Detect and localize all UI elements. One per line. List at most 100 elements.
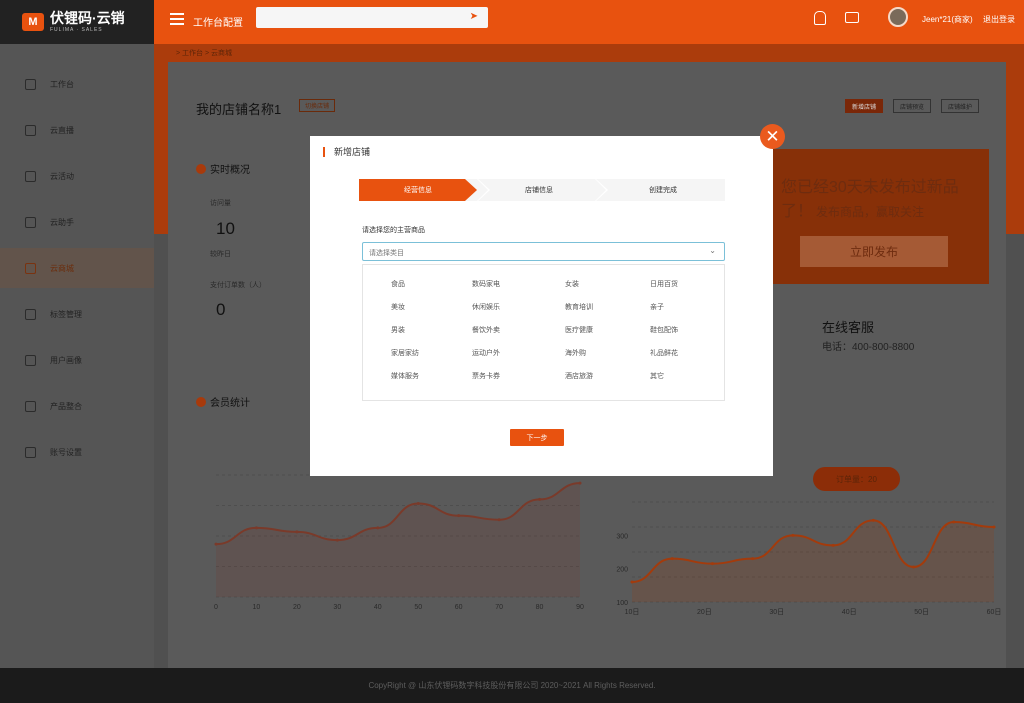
bell-icon[interactable]: [814, 11, 826, 25]
x-tick-label: 40: [374, 604, 382, 611]
data-point: [912, 565, 916, 569]
category-select[interactable]: 请选择类目 ⌄: [362, 242, 725, 261]
category-option[interactable]: 运动户外: [472, 348, 500, 358]
sidebar-item-label: 云活动: [50, 171, 74, 181]
message-icon[interactable]: [845, 12, 859, 23]
step-store-info: 店铺信息: [525, 187, 553, 194]
category-option[interactable]: 食品: [391, 279, 405, 289]
avatar[interactable]: [888, 7, 908, 27]
data-point: [578, 481, 582, 485]
data-point: [630, 580, 634, 584]
x-tick-label: 60日: [987, 608, 1002, 616]
sidebar-item-products[interactable]: 产品整合: [0, 386, 154, 426]
category-option[interactable]: 日用百货: [650, 279, 678, 289]
order-line-chart: 10日 20日 30日 40日 50日 60日 100 200 300: [616, 501, 1002, 616]
folder-icon: [25, 308, 36, 320]
category-option[interactable]: 数码家电: [472, 279, 500, 289]
sidebar-item-live[interactable]: 云直播: [0, 110, 154, 150]
category-option[interactable]: 礼品鲜花: [650, 348, 678, 358]
category-option[interactable]: 其它: [650, 371, 664, 381]
sidebar-item-mall[interactable]: 云商城: [0, 248, 154, 288]
sidebar-item-assistant[interactable]: 云助手: [0, 202, 154, 242]
store-name: 我的店铺名称1: [196, 102, 282, 117]
breadcrumb: > 工作台 > 云商城: [176, 50, 233, 57]
top-bar: M 伏锂码·云销 FULIMA · SALES 工作台配置 ➤ Jeen*21(…: [0, 0, 1024, 44]
category-option[interactable]: 媒体服务: [391, 371, 419, 381]
x-tick-label: 90: [576, 604, 584, 611]
data-point: [497, 518, 501, 522]
modal-title: 新增店铺: [323, 147, 370, 157]
search-send-icon[interactable]: ➤: [470, 11, 478, 22]
promo-banner: 您已经30天未发布过新品了！ 发布商品，赢取关注 立即发布: [771, 149, 989, 284]
x-tick-label: 70: [495, 604, 503, 611]
overview-title: 实时概况: [196, 161, 250, 176]
sidebar: 工作台 云直播 云活动 云助手 云商城 标签管理 用户画像 产品整合 账号设置: [0, 44, 154, 668]
visit-label: 访问量: [210, 200, 231, 207]
visit-value: 10: [216, 219, 235, 238]
x-tick-label: 30: [333, 604, 341, 611]
x-tick-label: 20日: [697, 608, 712, 616]
live-icon: [25, 124, 36, 136]
data-point: [295, 530, 299, 534]
logout-link[interactable]: 退出登录: [983, 14, 1015, 25]
overview-dot-icon: [196, 163, 206, 174]
category-option[interactable]: 海外购: [565, 348, 586, 358]
switch-store-dropdown[interactable]: 切换店铺: [299, 99, 336, 112]
x-tick-label: 40日: [842, 608, 857, 616]
user-icon: [25, 354, 36, 366]
category-option[interactable]: 酒店旅游: [565, 371, 593, 381]
series-area: [216, 483, 580, 597]
manage-store-button[interactable]: 店铺维护: [941, 99, 980, 113]
promo-subtitle: 发布商品，赢取关注: [816, 205, 925, 219]
mall-icon: [25, 262, 36, 274]
add-store-modal: 新增店铺 经营信息 店铺信息 创建完成 请选择您的主营商品 请选择类目 ⌄ 食品…: [310, 136, 773, 476]
category-option[interactable]: 男装: [391, 325, 405, 335]
service-phone: 电话：400-800-8800: [822, 342, 915, 353]
category-option[interactable]: 家居家纺: [391, 348, 419, 358]
category-label: 请选择您的主营商品: [362, 227, 425, 234]
brand-logo[interactable]: M 伏锂码·云销 FULIMA · SALES: [0, 0, 154, 44]
category-option[interactable]: 餐饮外卖: [472, 325, 500, 335]
member-dot-icon: [196, 396, 206, 407]
category-option[interactable]: 鞋包配饰: [650, 325, 678, 335]
sidebar-item-tags[interactable]: 标签管理: [0, 294, 154, 334]
member-line-chart: 0 10 20 30 40 50 60 70 80 90: [214, 474, 584, 611]
sidebar-item-activity[interactable]: 云活动: [0, 156, 154, 196]
data-point: [214, 542, 218, 546]
data-point: [791, 533, 795, 537]
category-option[interactable]: 教育培训: [565, 302, 593, 312]
category-option[interactable]: 医疗健康: [565, 325, 593, 335]
sidebar-item-settings[interactable]: 账号设置: [0, 432, 154, 472]
search-input[interactable]: ➤: [256, 7, 488, 28]
category-option[interactable]: 美妆: [391, 302, 405, 312]
assistant-icon: [25, 216, 36, 228]
footer: CopyRight @ 山东伏锂码数字科技股份有限公司 2020~2021 Al…: [0, 668, 1024, 703]
data-point: [538, 497, 542, 501]
add-store-button[interactable]: 新增店铺: [845, 99, 884, 113]
product-icon: [25, 400, 36, 412]
category-option[interactable]: 票务卡券: [472, 371, 500, 381]
next-step-button[interactable]: 下一步: [510, 429, 564, 446]
menu-toggle-icon[interactable]: [170, 13, 184, 25]
sidebar-item-label: 云商城: [50, 263, 74, 273]
data-point: [751, 557, 755, 561]
data-point: [457, 514, 461, 518]
data-point: [871, 518, 875, 522]
category-option[interactable]: 亲子: [650, 302, 664, 312]
sidebar-item-users[interactable]: 用户画像: [0, 340, 154, 380]
publish-now-button[interactable]: 立即发布: [800, 236, 948, 267]
category-option[interactable]: 休闲娱乐: [472, 302, 500, 312]
data-point: [376, 526, 380, 530]
category-option[interactable]: 女装: [565, 279, 579, 289]
preview-store-button[interactable]: 店铺预览: [893, 99, 932, 113]
close-icon[interactable]: ✕: [760, 124, 785, 149]
sidebar-item-label: 账号设置: [50, 447, 82, 457]
step-business-info: 经营信息: [359, 179, 477, 201]
step-complete: 创建完成: [649, 187, 677, 194]
x-tick-label: 30日: [769, 608, 784, 616]
sidebar-item-label: 用户画像: [50, 355, 82, 365]
sidebar-item-workbench[interactable]: 工作台: [0, 64, 154, 104]
vs-yesterday-label: 较昨日: [210, 251, 231, 258]
user-name[interactable]: Jeen*21(商家): [922, 14, 973, 25]
logo-mark-icon: M: [22, 13, 44, 31]
